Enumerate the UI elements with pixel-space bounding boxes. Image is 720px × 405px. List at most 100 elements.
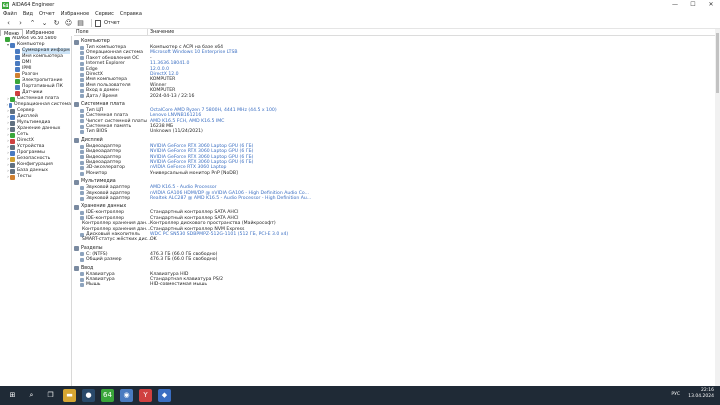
tree-node-icon <box>15 84 20 90</box>
refresh-icon[interactable]: ↻ <box>52 19 61 28</box>
tree-node-icon <box>15 54 20 60</box>
user-icon[interactable]: ☺ <box>64 19 73 28</box>
aida64-icon[interactable]: 64 <box>101 389 114 402</box>
field-cell: Монитор <box>74 171 148 176</box>
report-list: Компьютер Тип компьютера Компьютер с ACPI … <box>74 39 720 288</box>
table-row[interactable]: Общий размер 476.3 ГБ (66.0 ГБ свободно) <box>74 257 720 262</box>
menu-favorites[interactable]: Избранное <box>61 11 89 17</box>
menu-report[interactable]: Отчет <box>39 11 55 17</box>
minimize-button[interactable]: — <box>666 0 684 10</box>
field-icon <box>80 61 84 66</box>
column-field[interactable]: Поле <box>74 29 148 35</box>
field-cell: Общий размер <box>74 257 148 262</box>
value-cell[interactable]: Realtek ALC287 @ AMD K16.5 - Audio Proce… <box>148 196 311 201</box>
table-row[interactable]: Тип BIOS Unknown (11/24/2021) <box>74 129 720 134</box>
tree-node-icon <box>10 42 15 48</box>
window-controls: — ☐ ✕ <box>666 0 720 10</box>
scrollbar-thumb[interactable] <box>716 33 719 93</box>
column-value[interactable]: Значение <box>148 29 174 35</box>
tree-node-icon <box>10 150 15 156</box>
toolbar-divider <box>91 19 92 27</box>
value-cell: HID-совместимая мышь <box>150 282 208 288</box>
explorer-icon[interactable]: ▬ <box>63 389 76 402</box>
report-button[interactable]: Отчет <box>104 20 120 26</box>
sidebar-item[interactable]: › Тесты <box>0 174 71 180</box>
start-icon[interactable]: ⊞ <box>6 389 19 402</box>
value-cell[interactable]: WDC PC SN530 SDBPMPZ-512G-1101 (512 ГБ, … <box>148 232 288 237</box>
field-icon <box>80 277 84 282</box>
menu-file[interactable]: Файл <box>3 11 17 17</box>
tree-node-icon <box>10 156 15 162</box>
table-row[interactable]: Звуковой адаптер Realtek ALC287 @ AMD K16… <box>74 196 720 201</box>
app-icon[interactable]: ◆ <box>158 389 171 402</box>
field-icon <box>80 155 84 160</box>
tab-menu[interactable]: Меню <box>0 29 23 37</box>
search-icon[interactable]: ⌕ <box>25 389 38 402</box>
tree-node-icon <box>10 132 15 138</box>
sidebar-item-label: Тесты <box>17 174 32 179</box>
clock[interactable]: 22:16 13.04.2024 <box>688 388 714 400</box>
value-cell: Unknown (11/24/2021) <box>150 129 203 135</box>
table-row[interactable]: Дата / Время 2024-04-13 / 22:16 <box>74 94 720 99</box>
table-row[interactable]: Мышь HID-совместимая мышь <box>74 282 720 287</box>
tree-node-icon <box>8 102 13 108</box>
language-indicator[interactable]: РУС <box>671 392 680 397</box>
field-cell: Мышь <box>74 282 148 287</box>
title-bar: 64 AIDA64 Engineer — ☐ ✕ <box>0 0 720 10</box>
field-icon <box>80 51 84 56</box>
window-title: AIDA64 Engineer <box>12 2 55 8</box>
table-row[interactable]: Монитор Универсальный монитор PnP [NoDB] <box>74 171 720 176</box>
yandex-icon[interactable]: Y <box>139 389 152 402</box>
value-cell: Универсальный монитор PnP [NoDB] <box>150 170 238 176</box>
task-view-icon[interactable]: ❐ <box>44 389 57 402</box>
forward-icon[interactable]: › <box>16 19 25 28</box>
field-icon <box>80 272 84 277</box>
taskbar: ⊞ ⌕ ❐ ▬ ● 64 ◉ Y ◆ РУС 22:16 13.04.2024 <box>0 386 720 405</box>
field-cell: Звуковой адаптер <box>74 196 148 201</box>
field-icon <box>80 56 84 61</box>
steam-icon[interactable]: ● <box>82 389 95 402</box>
field-label: Звуковой адаптер <box>86 195 131 201</box>
field-icon <box>80 78 84 83</box>
back-icon[interactable]: ‹ <box>4 19 13 28</box>
tree-node-icon <box>10 168 15 174</box>
section-icon <box>74 39 79 45</box>
sidebar-item[interactable]: › Операционная система <box>0 102 71 108</box>
section-icon <box>74 266 79 271</box>
maximize-button[interactable]: ☐ <box>684 0 702 10</box>
section-icon <box>74 246 79 252</box>
value-cell: 476.3 ГБ (66.0 ГБ свободно) <box>150 257 218 263</box>
report-icon[interactable] <box>95 19 101 27</box>
field-cell: SMART-статус жёстких дис... <box>74 237 152 242</box>
menu-help[interactable]: Справка <box>120 11 142 17</box>
field-label: Общий размер <box>86 257 122 263</box>
value-cell: 2024-04-13 / 22:16 <box>150 93 195 99</box>
field-label: Тип BIOS <box>86 129 108 135</box>
field-icon <box>80 257 84 262</box>
chart-icon[interactable]: ▤ <box>76 19 85 28</box>
section-icon <box>74 138 79 144</box>
tree-node-icon <box>15 72 20 78</box>
taskbar-apps: ⊞ ⌕ ❐ ▬ ● 64 ◉ Y ◆ <box>0 389 171 402</box>
field-icon <box>80 196 84 201</box>
up-icon[interactable]: ⌃ <box>28 19 37 28</box>
field-cell: Тип BIOS <box>74 129 148 134</box>
field-icon <box>80 72 84 77</box>
collapse-icon[interactable]: ⌄ <box>40 19 49 28</box>
table-row[interactable]: SMART-статус жёстких дис... OK <box>74 237 720 242</box>
close-button[interactable]: ✕ <box>702 0 720 10</box>
chrome-icon[interactable]: ◉ <box>120 389 133 402</box>
sidebar-tree: AIDA64 v6.50.5800 ▾ Компьютер Суммарная инф… <box>0 36 72 386</box>
value-cell: OK <box>150 237 157 243</box>
menu-view[interactable]: Вид <box>23 11 33 17</box>
vertical-scrollbar[interactable] <box>715 29 720 386</box>
toolbar: ‹ › ⌃ ⌄ ↻ ☺ ▤ Отчет <box>0 18 720 29</box>
tree-node-icon <box>10 174 15 180</box>
value-cell[interactable]: Microsoft Windows 10 Enterprise LTSB <box>148 50 238 55</box>
tree-node-icon <box>15 66 20 72</box>
menu-service[interactable]: Сервис <box>95 11 114 17</box>
section-icon <box>74 204 79 210</box>
tab-favorites[interactable]: Избранное <box>23 29 57 36</box>
field-icon <box>80 94 84 99</box>
field-icon <box>80 67 84 72</box>
